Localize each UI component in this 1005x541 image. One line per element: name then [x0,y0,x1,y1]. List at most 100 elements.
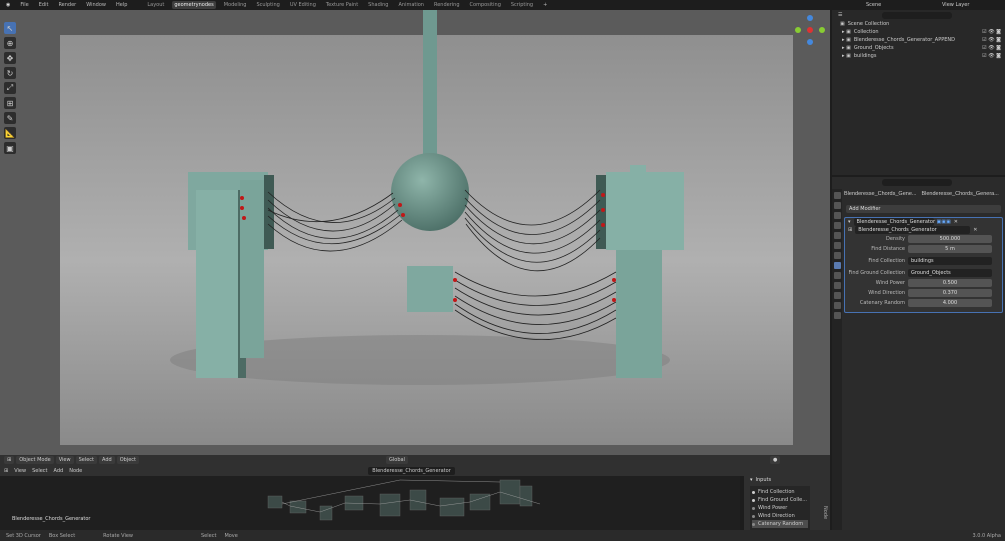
3d-viewport[interactable]: ↖ ⊕ ✥ ↻ ⤢ ⊞ ✎ 📐 ▣ [0,10,830,455]
add-workspace-icon[interactable]: + [541,1,549,9]
outliner-item[interactable]: ▸ ▣ buildings ☑ 👁 ◙ [832,52,1005,60]
input-item[interactable]: Find Collection [752,488,808,496]
version-label: 3.0.0 Alpha [972,532,1001,539]
status-set-3d-cursor: Set 3D Cursor [6,532,41,539]
add-modifier-button[interactable]: Add Modifier [846,205,1001,213]
view-layer-tab-icon[interactable] [833,222,841,229]
outliner-scene-collection[interactable]: ▣ Scene Collection [832,20,1005,28]
catenary-random-field[interactable]: 4.000 [908,299,992,307]
orientation-selector[interactable]: Global [386,456,408,464]
move-tool-icon[interactable]: ✥ [4,52,16,64]
constraints-tab-icon[interactable] [833,292,841,299]
breadcrumb-object[interactable]: Blenderesse_Chords_Gene... [844,191,916,197]
material-tab-icon[interactable] [833,312,841,319]
modifier-panel: ▾ Blenderesse_Chords_Generator ▣▣▣ ✕ ⊞ Blend… [844,217,1003,313]
sidebar-tab-node[interactable]: Node [822,506,828,519]
menu-select[interactable]: Select [75,456,98,464]
tab-sculpting[interactable]: Sculpting [254,1,281,9]
tab-scripting[interactable]: Scripting [509,1,535,9]
world-tab-icon[interactable] [833,242,841,249]
menu-window[interactable]: Window [84,1,108,9]
menu-edit[interactable]: Edit [37,1,51,9]
measure-tool-icon[interactable]: 📐 [4,127,16,139]
rotate-tool-icon[interactable]: ↻ [4,67,16,79]
modifier-visibility-icons[interactable]: ▣▣▣ [937,219,951,225]
transform-tool-icon[interactable]: ⊞ [4,97,16,109]
node-menu-select[interactable]: Select [32,468,47,474]
view-layer-selector[interactable]: View Layer [940,1,971,9]
input-item[interactable]: Wind Direction [752,512,808,520]
tab-geometrynodes[interactable]: geometrynodes [172,1,216,9]
output-tab-icon[interactable] [833,212,841,219]
status-move: Move [224,532,238,539]
density-field[interactable]: 500.000 [908,235,992,243]
breadcrumb-data[interactable]: Blenderesse_Chords_Genera... [921,191,998,197]
status-box-select: Box Select [48,532,76,539]
input-item[interactable]: Find Ground Colle... [752,496,808,504]
add-cube-tool-icon[interactable]: ▣ [4,142,16,154]
tool-tab-icon[interactable] [833,192,841,199]
group-inputs-panel: ▾ Inputs Find Collection Find Ground Coll… [744,476,830,530]
node-menu-add[interactable]: Add [54,468,64,474]
modifier-tab-icon[interactable] [833,262,841,269]
outliner-item[interactable]: ▸ ▣ Collection ☑ 👁 ◙ [832,28,1005,36]
scene-selector[interactable]: Scene [864,1,883,9]
find-collection-field[interactable]: buildings [908,257,992,265]
wind-power-field[interactable]: 0.500 [908,279,992,287]
node-editor-header: ⊞ View Select Add Node Blenderesse_Chord… [0,465,830,476]
editor-type-icon[interactable]: ⊞ [4,456,15,464]
status-rotate-view: Rotate View [103,532,133,539]
input-item[interactable]: Wind Power [752,504,808,512]
tab-rendering[interactable]: Rendering [432,1,462,9]
unlink-icon[interactable]: ✕ [973,227,977,233]
properties-search[interactable] [882,178,952,186]
menu-file[interactable]: File [18,1,30,9]
particles-tab-icon[interactable] [833,272,841,279]
object-tab-icon[interactable] [833,252,841,259]
find-ground-collection-field[interactable]: Ground_Objects [908,269,992,277]
mode-selector[interactable]: Object Mode [16,456,54,464]
outliner-search[interactable] [882,11,953,19]
top-menu-bar: ◉ File Edit Render Window Help Layout ge… [0,0,1005,10]
node-menu-node[interactable]: Node [69,468,82,474]
menu-help[interactable]: Help [114,1,129,9]
node-tree-selector[interactable]: Blenderesse_Chords_Generator [368,466,455,475]
tab-compositing[interactable]: Compositing [468,1,503,9]
modifier-name-field[interactable]: Blenderesse_Chords_Generator [853,218,935,226]
menu-view[interactable]: View [55,456,74,464]
collapse-icon[interactable]: ▾ [750,477,753,483]
input-item-selected[interactable]: Catenary Random [752,520,808,528]
shading-solid-icon[interactable]: ● [769,456,781,464]
tab-layout[interactable]: Layout [145,1,166,9]
node-canvas[interactable]: Blenderesse_Chords_Generator [0,476,740,530]
render-tab-icon[interactable] [833,202,841,209]
outliner-item[interactable]: ▸ ▣ Ground_Objects ☑ 👁 ◙ [832,44,1005,52]
collapse-icon[interactable]: ▾ [848,219,851,225]
data-tab-icon[interactable] [833,302,841,309]
menu-render[interactable]: Render [56,1,78,9]
menu-add[interactable]: Add [99,456,115,464]
cursor-tool-icon[interactable]: ⊕ [4,37,16,49]
blender-logo-icon[interactable]: ◉ [4,1,12,9]
menu-object[interactable]: Object [116,456,139,464]
properties-editor: Blenderesse_Chords_Gene... Blenderesse_C… [832,177,1005,530]
scale-tool-icon[interactable]: ⤢ [4,82,16,94]
tab-animation[interactable]: Animation [396,1,426,9]
node-menu-view[interactable]: View [14,468,26,474]
tab-texture-paint[interactable]: Texture Paint [324,1,360,9]
tab-uv-editing[interactable]: UV Editing [288,1,318,9]
outliner-item[interactable]: ▸ ▣ Blenderesse_Chords_Generator_APPEND ☑… [832,36,1005,44]
close-icon[interactable]: ✕ [954,219,958,225]
scene-tab-icon[interactable] [833,232,841,239]
tab-shading[interactable]: Shading [366,1,390,9]
select-tool-icon[interactable]: ↖ [4,22,16,34]
filter-icon[interactable]: ☰ [838,12,842,18]
physics-tab-icon[interactable] [833,282,841,289]
sphere-object [391,153,469,231]
find-distance-field[interactable]: 5 m [908,245,992,253]
editor-type-icon[interactable]: ⊞ [4,468,8,474]
annotate-tool-icon[interactable]: ✎ [4,112,16,124]
node-group-field[interactable]: Blenderesse_Chords_Generator [855,226,971,234]
wind-direction-field[interactable]: 0.370 [908,289,992,297]
tab-modeling[interactable]: Modeling [222,1,249,9]
